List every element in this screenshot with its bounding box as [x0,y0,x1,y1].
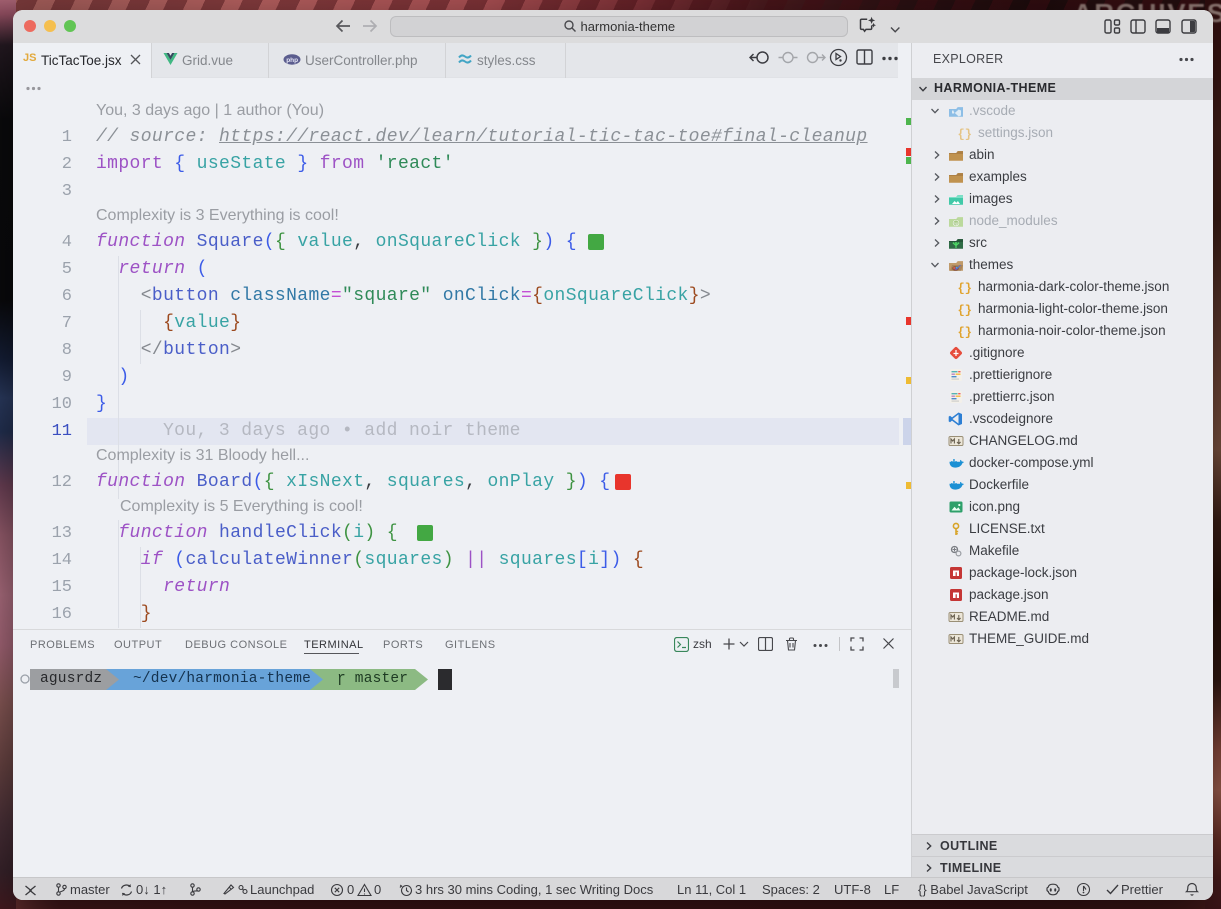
svg-text:np: np [954,221,959,226]
svg-text:{}: {} [958,326,972,340]
svg-text:{}: {} [958,282,972,296]
svg-text:{}: {} [958,128,972,142]
svg-text:{}: {} [958,304,972,318]
svg-text:php: php [286,57,298,64]
